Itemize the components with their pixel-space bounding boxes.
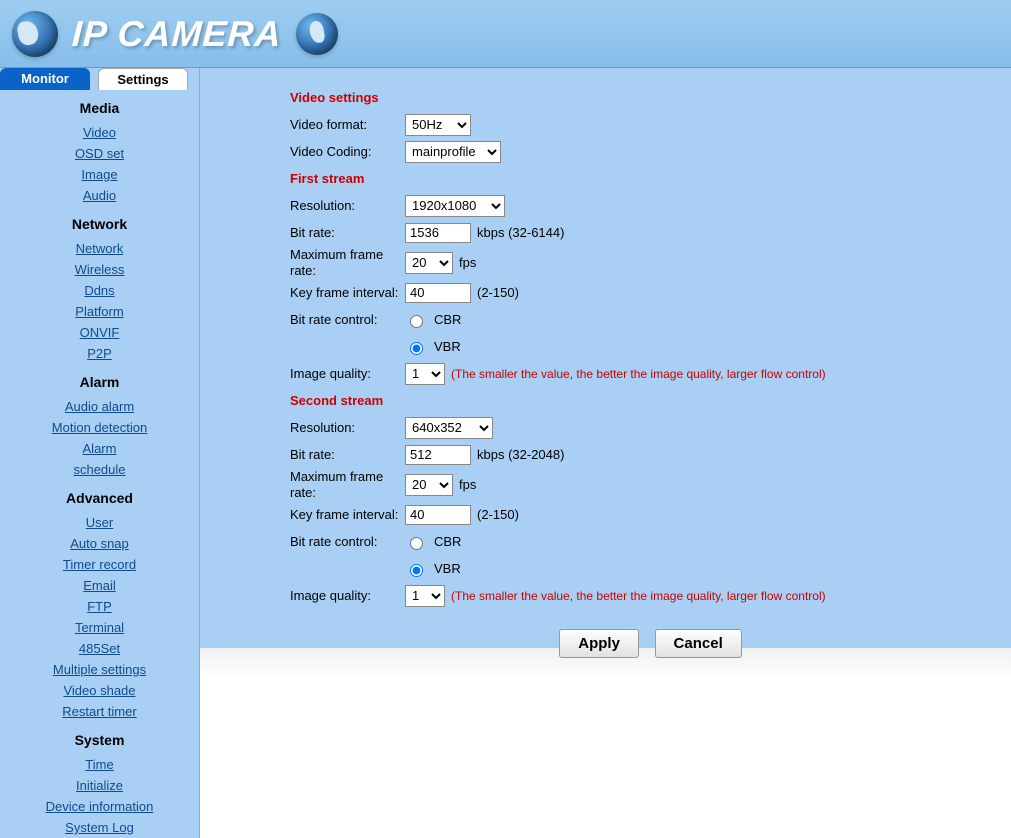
- section-first-stream: First stream: [290, 165, 1011, 192]
- label-image-quality: Image quality:: [290, 588, 405, 604]
- select-first-resolution[interactable]: 1920x1080: [405, 195, 505, 217]
- label-bitrate: Bit rate:: [290, 225, 405, 241]
- select-second-max-frame[interactable]: 20: [405, 474, 453, 496]
- input-second-bitrate[interactable]: [405, 445, 471, 465]
- sidebar: Monitor Settings Media Video OSD set Ima…: [0, 68, 200, 838]
- radio-first-cbr[interactable]: [410, 315, 423, 328]
- sidebar-item-email[interactable]: Email: [0, 575, 199, 596]
- content: Video settings Video format: 50Hz Video …: [200, 68, 1011, 838]
- hint-image-quality: (The smaller the value, the better the i…: [451, 367, 826, 381]
- label-video-format: Video format:: [290, 117, 405, 133]
- select-first-max-frame[interactable]: 20: [405, 252, 453, 274]
- unit-fps: fps: [459, 255, 476, 270]
- input-second-key-frame[interactable]: [405, 505, 471, 525]
- header: IP CAMERA: [0, 0, 1011, 68]
- label-bitrate-control: Bit rate control:: [290, 312, 405, 328]
- label-video-coding: Video Coding:: [290, 144, 405, 160]
- tab-monitor[interactable]: Monitor: [0, 68, 90, 90]
- tab-settings[interactable]: Settings: [98, 68, 188, 90]
- sidebar-item-schedule[interactable]: schedule: [0, 459, 199, 480]
- hint-key-frame-range: (2-150): [477, 507, 519, 522]
- sidebar-item-video[interactable]: Video: [0, 122, 199, 143]
- label-max-frame-rate: Maximum frame rate:: [290, 247, 405, 278]
- sidebar-item-timer-record[interactable]: Timer record: [0, 554, 199, 575]
- unit-first-bitrate: kbps (32-6144): [477, 225, 564, 240]
- label-cbr: CBR: [434, 312, 461, 327]
- sidebar-section-system: System: [0, 722, 199, 754]
- sidebar-item-system-log[interactable]: System Log: [0, 817, 199, 838]
- select-video-format[interactable]: 50Hz: [405, 114, 471, 136]
- sidebar-item-audio[interactable]: Audio: [0, 185, 199, 206]
- label-resolution: Resolution:: [290, 198, 405, 214]
- sidebar-item-video-shade[interactable]: Video shade: [0, 680, 199, 701]
- radio-first-vbr[interactable]: [410, 342, 423, 355]
- unit-fps: fps: [459, 477, 476, 492]
- sidebar-item-initialize[interactable]: Initialize: [0, 775, 199, 796]
- page: IP CAMERA Monitor Settings Media Video O…: [0, 0, 1011, 838]
- label-vbr: VBR: [434, 561, 461, 576]
- sidebar-item-485set[interactable]: 485Set: [0, 638, 199, 659]
- radio-second-vbr[interactable]: [410, 564, 423, 577]
- sidebar-item-alarm[interactable]: Alarm: [0, 438, 199, 459]
- sidebar-item-restart-timer[interactable]: Restart timer: [0, 701, 199, 722]
- sidebar-item-user[interactable]: User: [0, 512, 199, 533]
- select-first-image-quality[interactable]: 1: [405, 363, 445, 385]
- label-cbr: CBR: [434, 534, 461, 549]
- cancel-button[interactable]: Cancel: [655, 629, 742, 658]
- label-resolution: Resolution:: [290, 420, 405, 436]
- sidebar-item-onvif[interactable]: ONVIF: [0, 322, 199, 343]
- sidebar-item-motion-detection[interactable]: Motion detection: [0, 417, 199, 438]
- sidebar-item-terminal[interactable]: Terminal: [0, 617, 199, 638]
- sidebar-section-alarm: Alarm: [0, 364, 199, 396]
- sidebar-item-ddns[interactable]: Ddns: [0, 280, 199, 301]
- radio-second-cbr[interactable]: [410, 537, 423, 550]
- label-bitrate-control: Bit rate control:: [290, 534, 405, 550]
- input-first-key-frame[interactable]: [405, 283, 471, 303]
- tab-bar: Monitor Settings: [0, 68, 199, 90]
- unit-second-bitrate: kbps (32-2048): [477, 447, 564, 462]
- sidebar-item-p2p[interactable]: P2P: [0, 343, 199, 364]
- apply-button[interactable]: Apply: [559, 629, 639, 658]
- label-key-frame-interval: Key frame interval:: [290, 507, 405, 523]
- globe-icon: [12, 11, 58, 57]
- hint-image-quality: (The smaller the value, the better the i…: [451, 589, 826, 603]
- sidebar-section-media: Media: [0, 90, 199, 122]
- sidebar-item-auto-snap[interactable]: Auto snap: [0, 533, 199, 554]
- sidebar-item-platform[interactable]: Platform: [0, 301, 199, 322]
- label-max-frame-rate: Maximum frame rate:: [290, 469, 405, 500]
- sidebar-section-advanced: Advanced: [0, 480, 199, 512]
- sidebar-item-ftp[interactable]: FTP: [0, 596, 199, 617]
- section-second-stream: Second stream: [290, 387, 1011, 414]
- sidebar-item-multiple-settings[interactable]: Multiple settings: [0, 659, 199, 680]
- sidebar-item-audio-alarm[interactable]: Audio alarm: [0, 396, 199, 417]
- sidebar-item-osd-set[interactable]: OSD set: [0, 143, 199, 164]
- hint-key-frame-range: (2-150): [477, 285, 519, 300]
- label-vbr: VBR: [434, 339, 461, 354]
- select-video-coding[interactable]: mainprofile: [405, 141, 501, 163]
- select-second-resolution[interactable]: 640x352: [405, 417, 493, 439]
- label-key-frame-interval: Key frame interval:: [290, 285, 405, 301]
- sidebar-section-network: Network: [0, 206, 199, 238]
- label-image-quality: Image quality:: [290, 366, 405, 382]
- sidebar-item-wireless[interactable]: Wireless: [0, 259, 199, 280]
- logo-text: IP CAMERA: [71, 13, 283, 55]
- section-video-settings: Video settings: [290, 84, 1011, 111]
- sidebar-item-time[interactable]: Time: [0, 754, 199, 775]
- globe-icon: [296, 13, 338, 55]
- sidebar-item-image[interactable]: Image: [0, 164, 199, 185]
- label-bitrate: Bit rate:: [290, 447, 405, 463]
- input-first-bitrate[interactable]: [405, 223, 471, 243]
- select-second-image-quality[interactable]: 1: [405, 585, 445, 607]
- sidebar-item-network[interactable]: Network: [0, 238, 199, 259]
